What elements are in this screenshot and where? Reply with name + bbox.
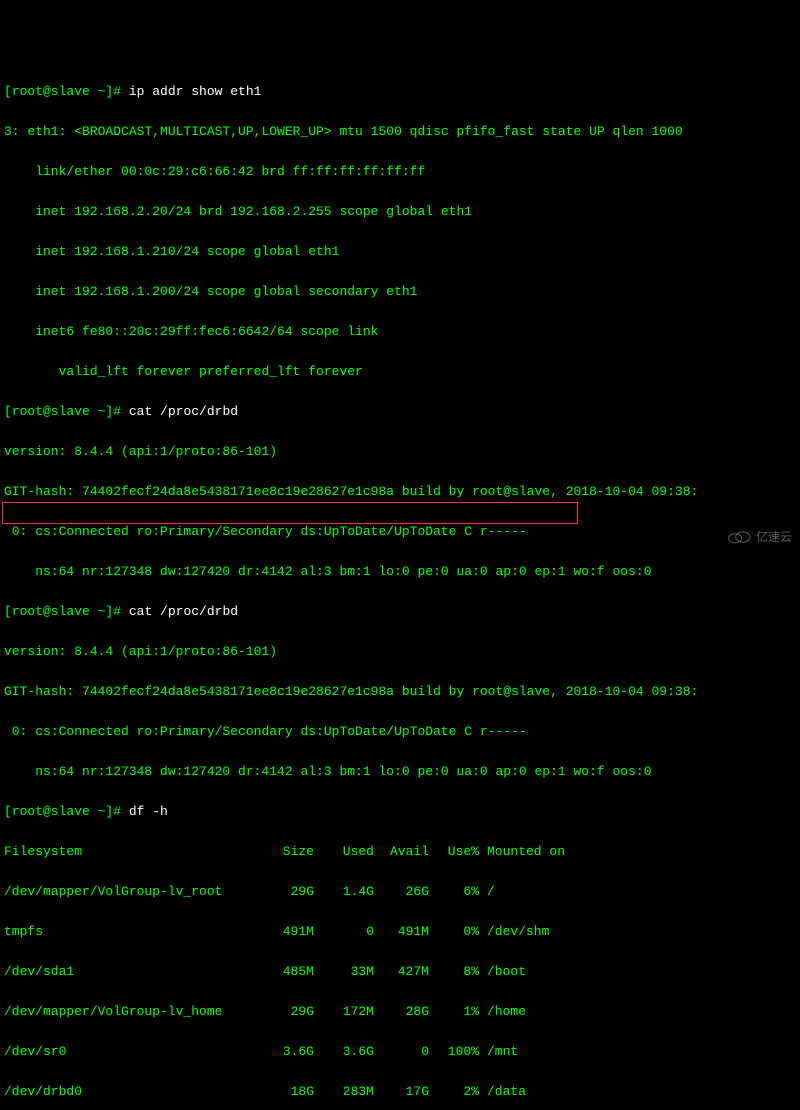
watermark: 亿速云 <box>726 527 792 547</box>
drbd-conn: 0: cs:Connected ro:Primary/Secondary ds:… <box>4 722 796 742</box>
table-row: tmpfs491M0491M0%/dev/shm <box>4 922 796 942</box>
table-row-drbd: /dev/drbd018G283M17G2%/data <box>4 1082 796 1102</box>
table-row: /dev/mapper/VolGroup-lv_home29G172M28G1%… <box>4 1002 796 1022</box>
ip-output-link: link/ether 00:0c:29:c6:66:42 brd ff:ff:f… <box>4 162 796 182</box>
df-usep: 6% <box>429 882 479 902</box>
table-row: /dev/sda1485M33M427M8%/boot <box>4 962 796 982</box>
df-size: 485M <box>264 962 314 982</box>
df-fs: tmpfs <box>4 922 264 942</box>
df-usep: 8% <box>429 962 479 982</box>
shell-prompt: [root@slave ~]# <box>4 404 121 419</box>
prompt-line-ip: [root@slave ~]# ip addr show eth1 <box>4 82 796 102</box>
ip-output-valid: valid_lft forever preferred_lft forever <box>4 362 796 382</box>
df-avail: 17G <box>374 1082 429 1102</box>
df-header-size: Size <box>264 842 314 862</box>
ip-output-inet6: inet6 fe80::20c:29ff:fec6:6642/64 scope … <box>4 322 796 342</box>
df-avail: 427M <box>374 962 429 982</box>
df-avail: 28G <box>374 1002 429 1022</box>
df-size: 491M <box>264 922 314 942</box>
shell-prompt: [root@slave ~]# <box>4 604 121 619</box>
ip-output-header: 3: eth1: <BROADCAST,MULTICAST,UP,LOWER_U… <box>4 122 796 142</box>
df-mnt: /data <box>479 1082 526 1102</box>
table-row: /dev/sr03.6G3.6G0100%/mnt <box>4 1042 796 1062</box>
df-fs: /dev/mapper/VolGroup-lv_home <box>4 1002 264 1022</box>
df-header-avail: Avail <box>374 842 429 862</box>
df-fs: /dev/drbd0 <box>4 1082 264 1102</box>
df-usep: 100% <box>429 1042 479 1062</box>
df-mnt: / <box>479 882 495 902</box>
cloud-icon <box>726 529 752 545</box>
df-used: 3.6G <box>314 1042 374 1062</box>
shell-prompt: [root@slave ~]# <box>4 804 121 819</box>
prompt-line-drbd2: [root@slave ~]# cat /proc/drbd <box>4 602 796 622</box>
df-mnt: /dev/shm <box>479 922 549 942</box>
highlight-box <box>2 502 578 524</box>
df-usep: 2% <box>429 1082 479 1102</box>
df-fs: /dev/sda1 <box>4 962 264 982</box>
df-used: 172M <box>314 1002 374 1022</box>
df-avail: 26G <box>374 882 429 902</box>
df-used: 33M <box>314 962 374 982</box>
command-ip-addr: ip addr show eth1 <box>129 84 262 99</box>
df-used: 1.4G <box>314 882 374 902</box>
drbd-version: version: 8.4.4 (api:1/proto:86-101) <box>4 642 796 662</box>
command-cat-drbd: cat /proc/drbd <box>129 404 238 419</box>
df-avail: 491M <box>374 922 429 942</box>
df-header-usep: Use% <box>429 842 479 862</box>
command-df: df -h <box>129 804 168 819</box>
drbd-stats: ns:64 nr:127348 dw:127420 dr:4142 al:3 b… <box>4 762 796 782</box>
watermark-text: 亿速云 <box>756 527 792 547</box>
prompt-line-df: [root@slave ~]# df -h <box>4 802 796 822</box>
prompt-line-drbd1: [root@slave ~]# cat /proc/drbd <box>4 402 796 422</box>
drbd-conn: 0: cs:Connected ro:Primary/Secondary ds:… <box>4 522 796 542</box>
drbd-githash: GIT-hash: 74402fecf24da8e5438171ee8c19e2… <box>4 682 796 702</box>
df-usep: 0% <box>429 922 479 942</box>
df-size: 29G <box>264 882 314 902</box>
table-row: /dev/mapper/VolGroup-lv_root29G1.4G26G6%… <box>4 882 796 902</box>
df-used: 0 <box>314 922 374 942</box>
df-usep: 1% <box>429 1002 479 1022</box>
df-used: 283M <box>314 1082 374 1102</box>
df-avail: 0 <box>374 1042 429 1062</box>
df-mnt: /mnt <box>479 1042 518 1062</box>
shell-prompt: [root@slave ~]# <box>4 84 121 99</box>
df-header-used: Used <box>314 842 374 862</box>
df-header-row: FilesystemSizeUsedAvailUse%Mounted on <box>4 842 796 862</box>
command-cat-drbd: cat /proc/drbd <box>129 604 238 619</box>
df-fs: /dev/sr0 <box>4 1042 264 1062</box>
ip-output-inet2: inet 192.168.1.210/24 scope global eth1 <box>4 242 796 262</box>
df-header-mnt: Mounted on <box>479 842 565 862</box>
df-header-fs: Filesystem <box>4 842 264 862</box>
ip-output-inet3: inet 192.168.1.200/24 scope global secon… <box>4 282 796 302</box>
df-fs: /dev/mapper/VolGroup-lv_root <box>4 882 264 902</box>
df-size: 29G <box>264 1002 314 1022</box>
drbd-version: version: 8.4.4 (api:1/proto:86-101) <box>4 442 796 462</box>
df-size: 18G <box>264 1082 314 1102</box>
ip-output-inet1: inet 192.168.2.20/24 brd 192.168.2.255 s… <box>4 202 796 222</box>
df-mnt: /boot <box>479 962 526 982</box>
df-size: 3.6G <box>264 1042 314 1062</box>
drbd-githash: GIT-hash: 74402fecf24da8e5438171ee8c19e2… <box>4 482 796 502</box>
df-mnt: /home <box>479 1002 526 1022</box>
drbd-stats: ns:64 nr:127348 dw:127420 dr:4142 al:3 b… <box>4 562 796 582</box>
